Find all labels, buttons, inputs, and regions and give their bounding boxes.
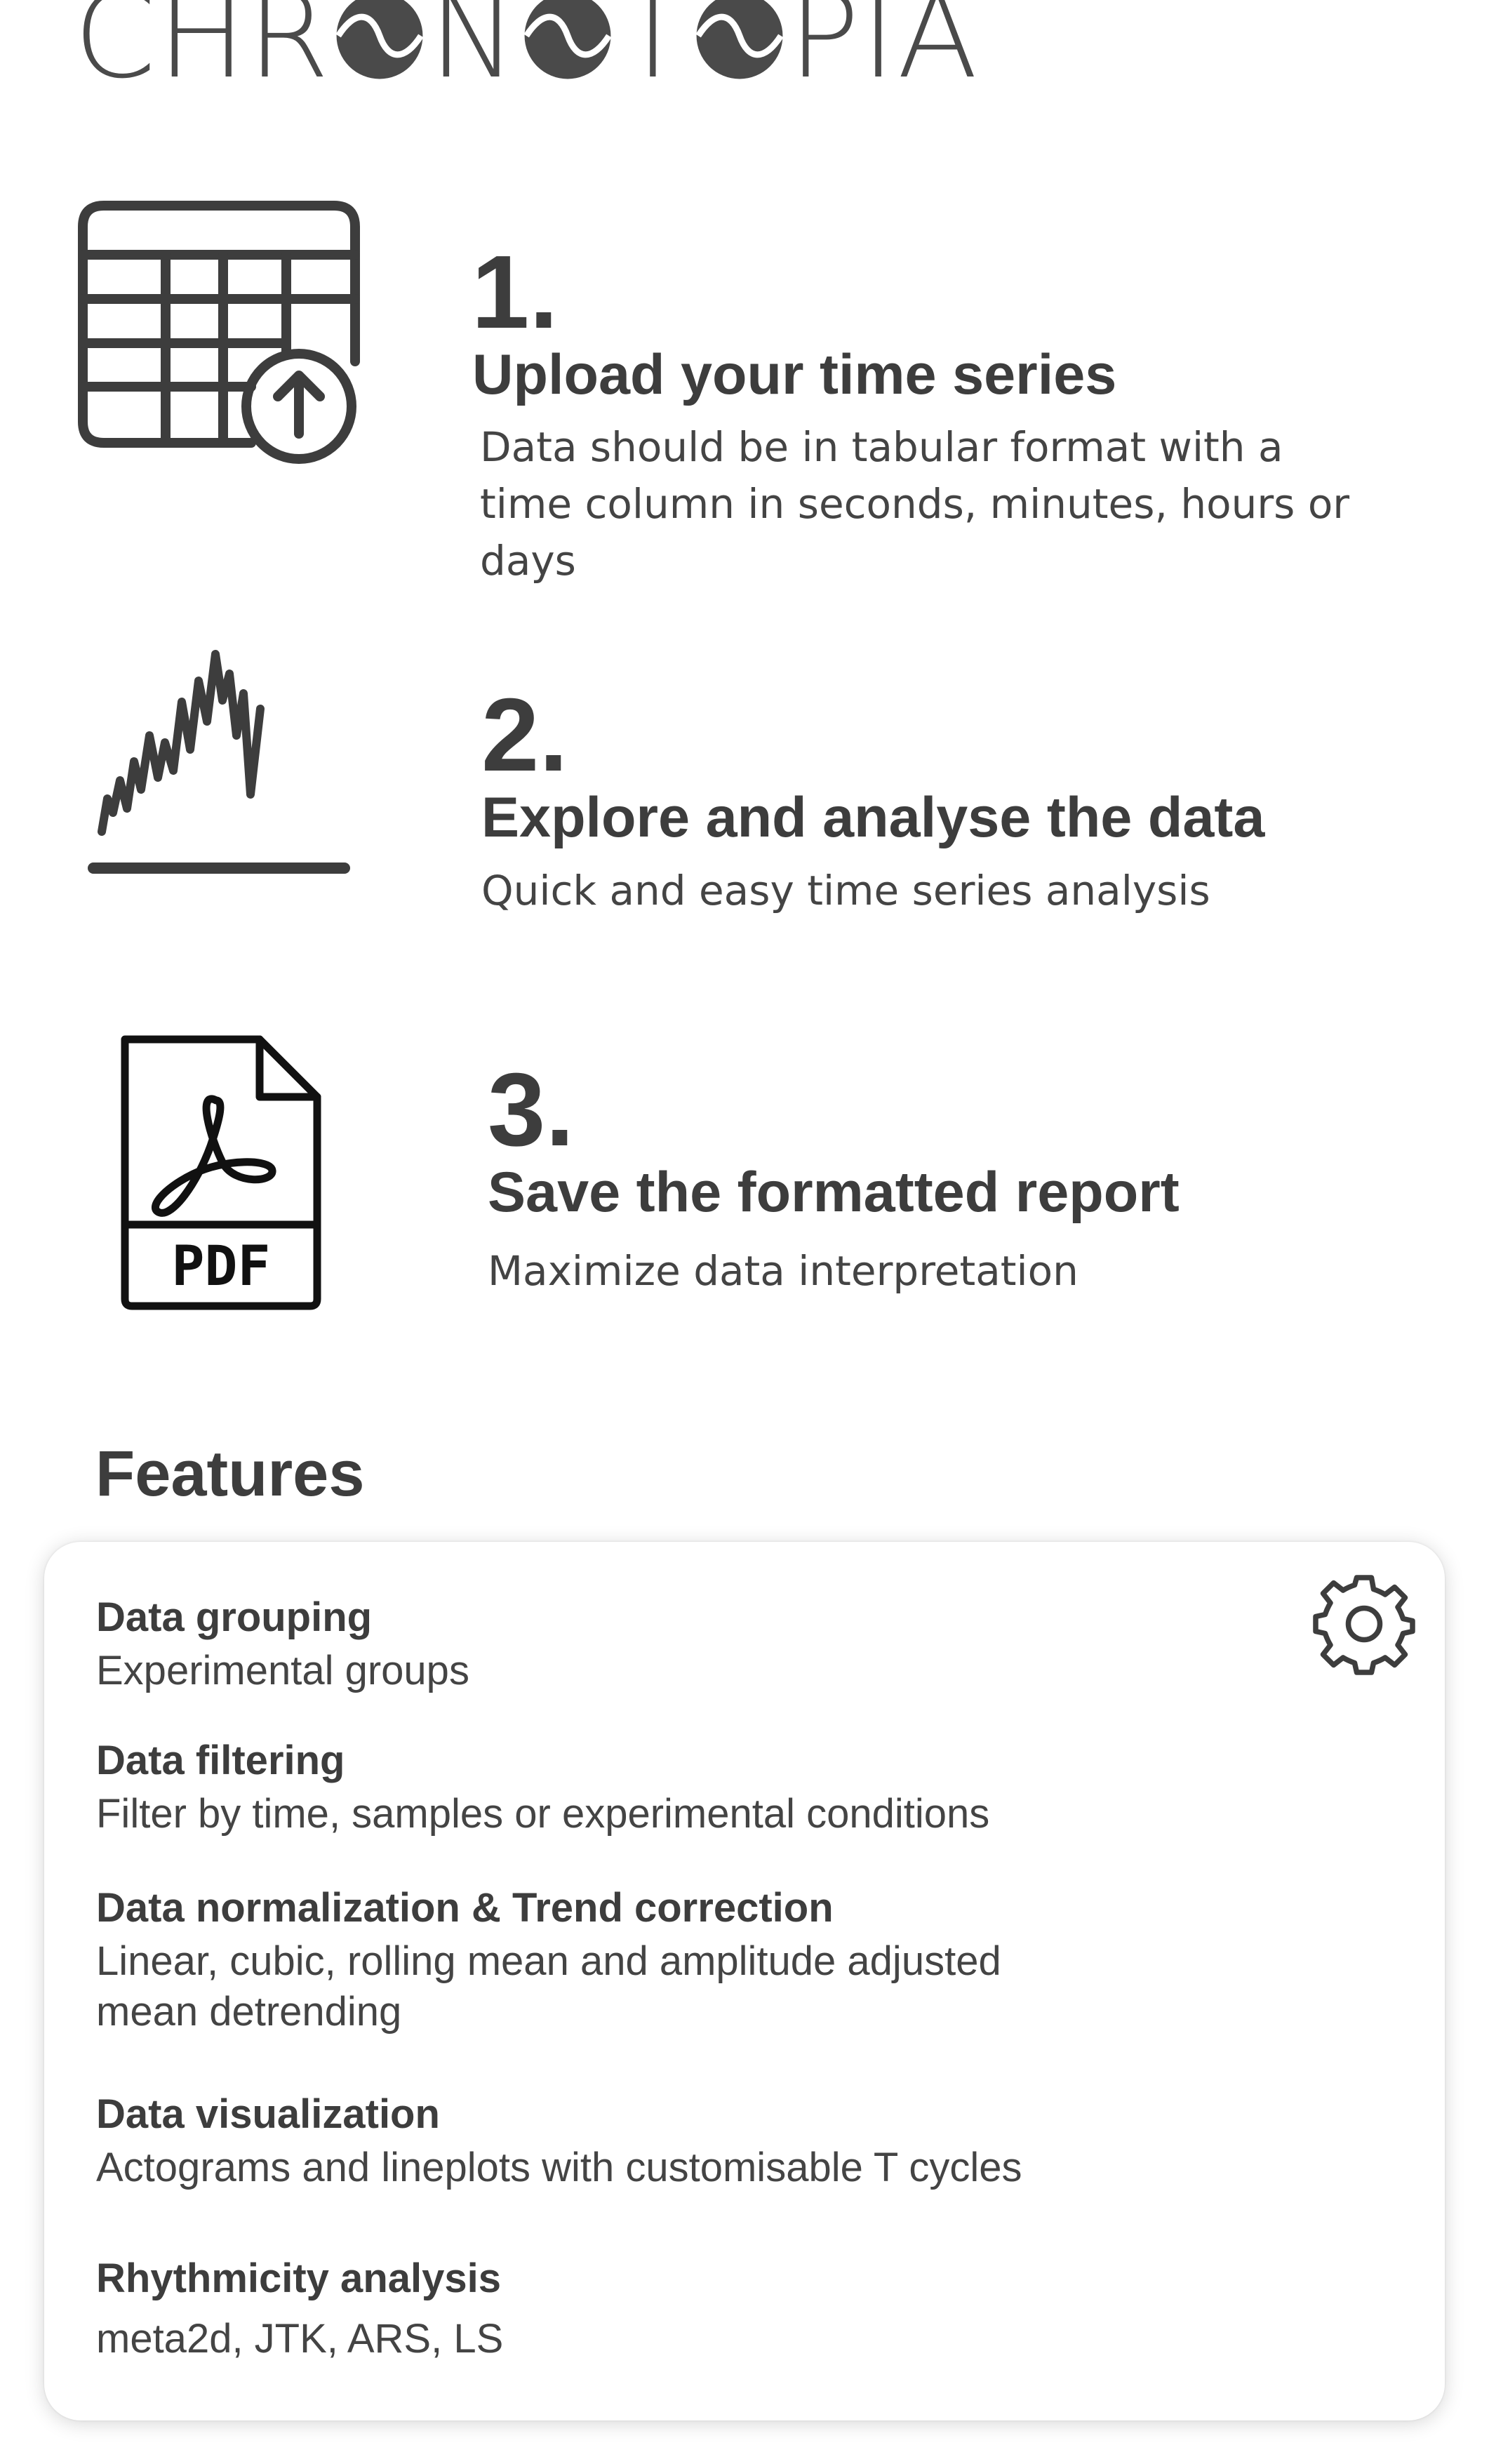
feature-data-normalization: Data normalization & Trend correction Li… (96, 1883, 1219, 2037)
feature-rhythmicity-analysis: Rhythmicity analysis meta2d, JTK, ARS, L… (96, 2253, 1219, 2364)
logo-text-middle-2: T (617, 0, 690, 105)
step-1-number: 1. (472, 234, 559, 350)
pdf-file-icon: PDF (121, 1035, 321, 1310)
feature-description: Experimental groups (96, 1648, 469, 1693)
feature-description: meta2d, JTK, ARS, LS (96, 2316, 504, 2362)
pdf-file-label: PDF (172, 1235, 271, 1298)
table-upload-icon (78, 201, 360, 464)
feature-description: Filter by time, samples or experimental … (96, 1791, 990, 1837)
half-moon-wave-icon (695, 0, 784, 79)
half-moon-wave-icon (523, 0, 612, 79)
feature-title: Rhythmicity analysis (96, 2256, 501, 2301)
feature-data-filtering: Data filtering Filter by time, samples o… (96, 1736, 1219, 1839)
feature-description: Linear, cubic, rolling mean and amplitud… (96, 1938, 1001, 2035)
step-2-title: Explore and analyse the data (481, 786, 1265, 849)
feature-data-grouping: Data grouping Experimental groups (96, 1592, 1219, 1696)
feature-description: Actograms and lineplots with customisabl… (96, 2145, 1022, 2190)
step-2-number: 2. (481, 677, 568, 793)
step-3-description: Maximize data interpretation (488, 1247, 1079, 1295)
line-chart-icon (88, 650, 350, 874)
logo-text-prefix: CHR (74, 0, 331, 105)
step-2-description: Quick and easy time series analysis (481, 867, 1210, 914)
gear-icon (1313, 1575, 1415, 1675)
feature-data-visualization: Data visualization Actograms and lineplo… (96, 2089, 1219, 2193)
step-1-description: Data should be in tabular format with a … (480, 423, 1350, 585)
features-card: Data grouping Experimental groups Data f… (44, 1542, 1445, 2420)
app-logo: CHR N T PIA (74, 0, 979, 95)
step-3-number: 3. (488, 1052, 575, 1168)
step-1-title: Upload your time series (472, 343, 1117, 406)
half-moon-wave-icon (335, 0, 425, 79)
feature-title: Data filtering (96, 1738, 345, 1783)
logo-text-middle-1: N (429, 0, 519, 105)
logo-text-suffix: PIA (788, 0, 980, 105)
feature-title: Data normalization & Trend correction (96, 1885, 834, 1931)
step-3-title: Save the formatted report (488, 1161, 1180, 1224)
features-heading: Features (95, 1438, 365, 1510)
feature-title: Data grouping (96, 1594, 373, 1640)
feature-title: Data visualization (96, 2091, 440, 2137)
